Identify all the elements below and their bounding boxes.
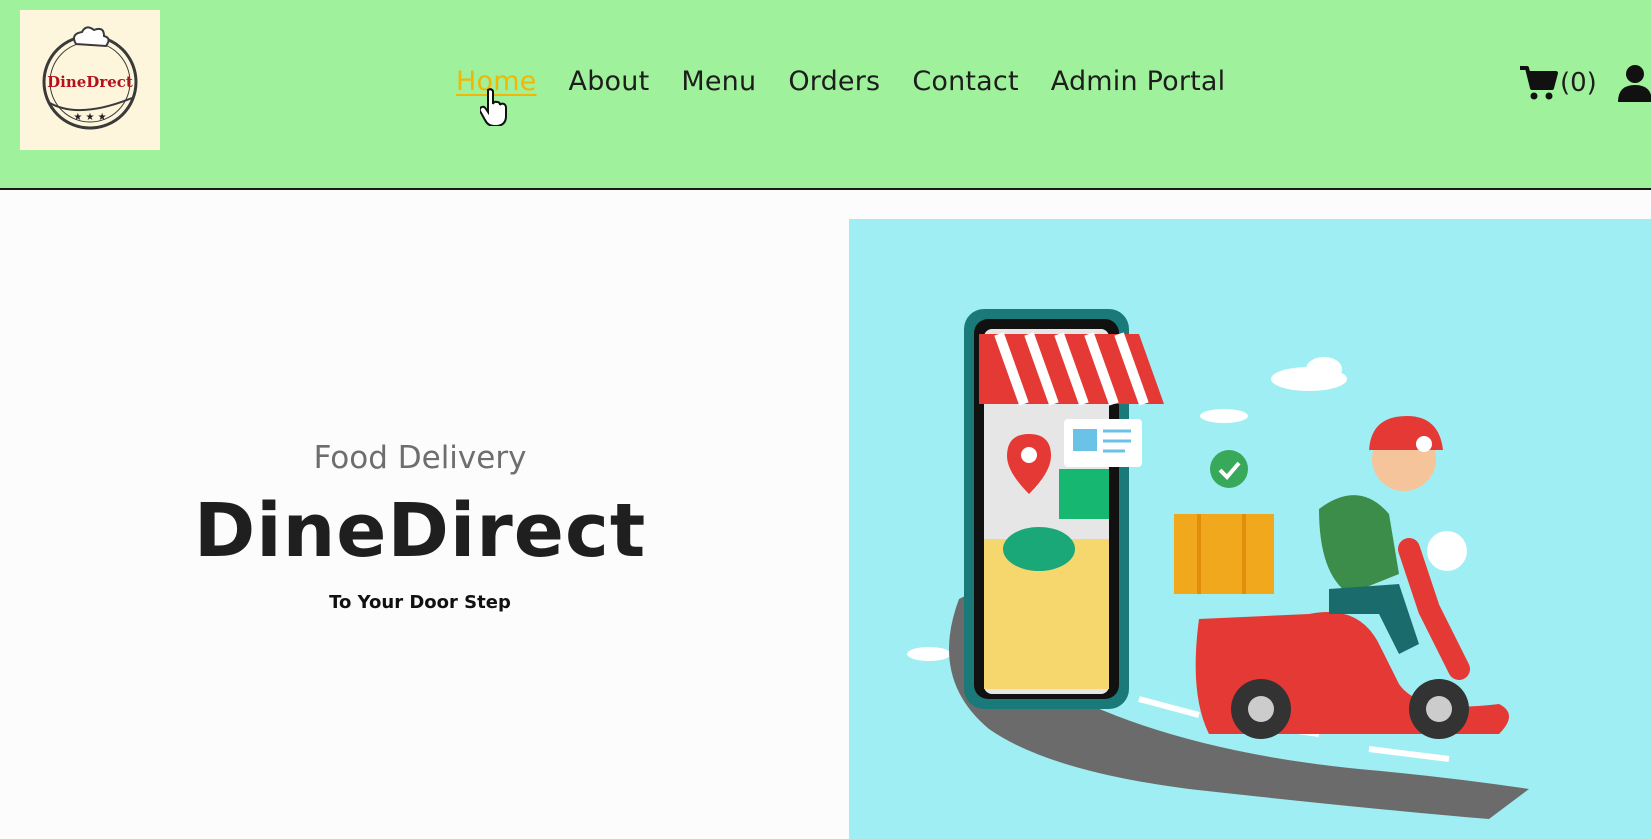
cart-count: (0): [1560, 68, 1597, 98]
cart-icon: [1520, 66, 1558, 100]
hand-cursor-icon: [480, 88, 507, 126]
nav-menu[interactable]: Menu: [681, 66, 756, 97]
logo[interactable]: ★ ★ ★ DineDrect: [20, 10, 160, 150]
main-nav: Home About Menu Orders Contact Admin Por…: [456, 66, 1257, 97]
hero-tagline: To Your Door Step: [329, 592, 511, 613]
svg-text:DineDrect: DineDrect: [47, 73, 133, 91]
nav-admin-portal[interactable]: Admin Portal: [1051, 66, 1226, 97]
scooter-delivery-image: [907, 309, 1529, 819]
user-icon[interactable]: [1618, 64, 1651, 102]
hero-text: Food Delivery DineDirect To Your Door St…: [150, 440, 690, 613]
svg-text:★ ★ ★: ★ ★ ★: [73, 112, 106, 123]
logo-badge-icon: ★ ★ ★ DineDrect: [42, 26, 138, 130]
nav-orders[interactable]: Orders: [788, 66, 880, 97]
nav-about[interactable]: About: [569, 66, 650, 97]
site-header: ★ ★ ★ DineDrect Home About Menu Orders C…: [0, 0, 1651, 190]
delivery-illustration: [849, 219, 1651, 839]
nav-contact[interactable]: Contact: [912, 66, 1018, 97]
cart-button[interactable]: (0): [1518, 64, 1597, 102]
hero-title: DineDirect: [193, 488, 647, 574]
hero-subtitle: Food Delivery: [313, 440, 527, 476]
